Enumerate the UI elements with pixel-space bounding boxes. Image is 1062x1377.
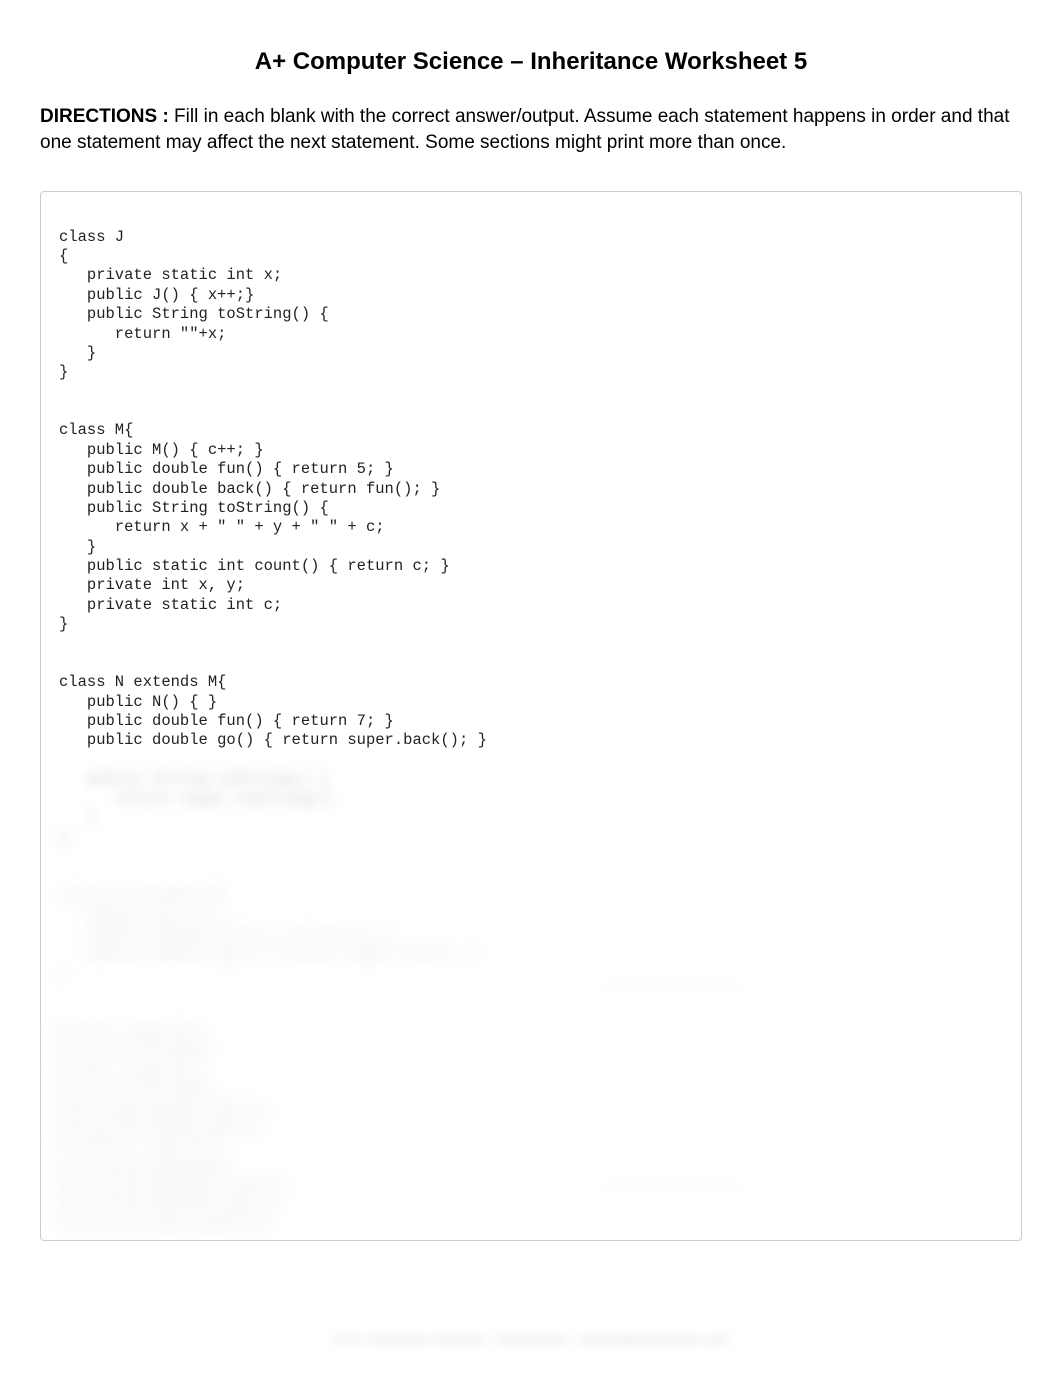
output-marker-1 — [601, 972, 741, 993]
class-n-code: class N extends M{ public N() { } public… — [59, 673, 1003, 751]
output-marker-2 — [601, 1172, 741, 1193]
class-m-code: class M{ public M() { c++; } public doub… — [59, 421, 1003, 634]
class-j-code: class J { private static int x; public J… — [59, 228, 1003, 383]
footer-text: © A+ Computer Science – Worksheet – www.… — [0, 1331, 1062, 1347]
code-container: class J { private static int x; public J… — [40, 191, 1022, 1241]
blurred-code-3: M one = new M(); out.println(one); N two… — [59, 1022, 1003, 1235]
blurred-code-2: class O extends M{ public O() { } public… — [59, 886, 1003, 983]
directions-label: DIRECTIONS : — [40, 106, 169, 127]
blurred-code-1: public String toString() { return super.… — [59, 770, 1003, 848]
page-title: A+ Computer Science – Inheritance Worksh… — [40, 48, 1022, 76]
directions-text: Fill in each blank with the correct answ… — [40, 106, 1009, 153]
directions-paragraph: DIRECTIONS : Fill in each blank with the… — [40, 104, 1022, 155]
